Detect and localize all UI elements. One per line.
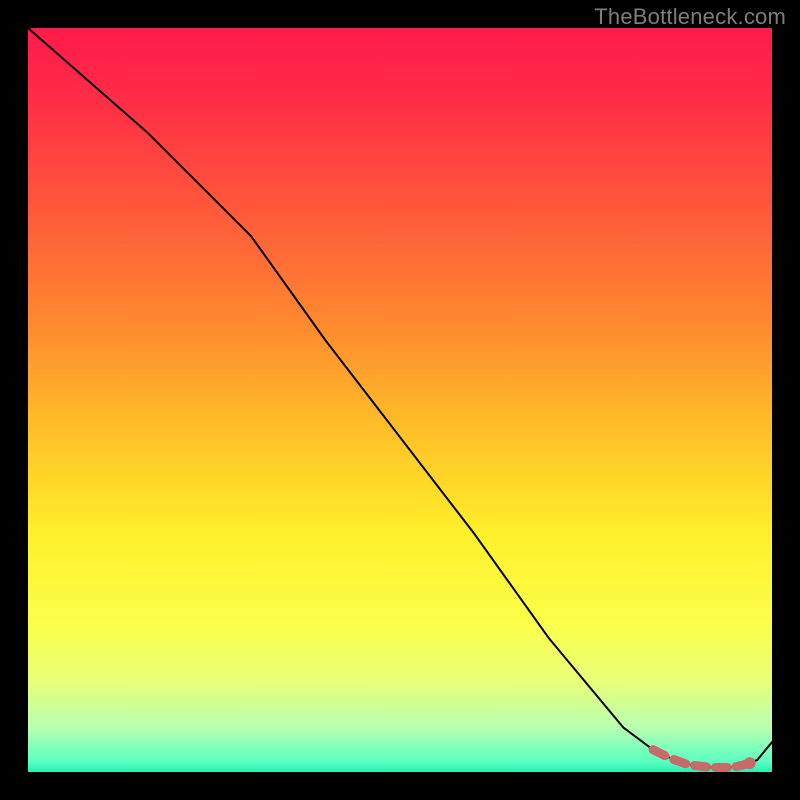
optimal-region-dash bbox=[653, 750, 665, 756]
chart-stage: TheBottleneck.com bbox=[0, 0, 800, 800]
optimal-region-end-dot bbox=[744, 757, 756, 769]
plot-area bbox=[28, 28, 772, 772]
optimal-region-dash bbox=[674, 760, 686, 764]
optimal-region-dash bbox=[695, 766, 707, 767]
gradient-backdrop bbox=[28, 28, 772, 772]
chart-svg bbox=[28, 28, 772, 772]
watermark-text: TheBottleneck.com bbox=[594, 4, 786, 30]
